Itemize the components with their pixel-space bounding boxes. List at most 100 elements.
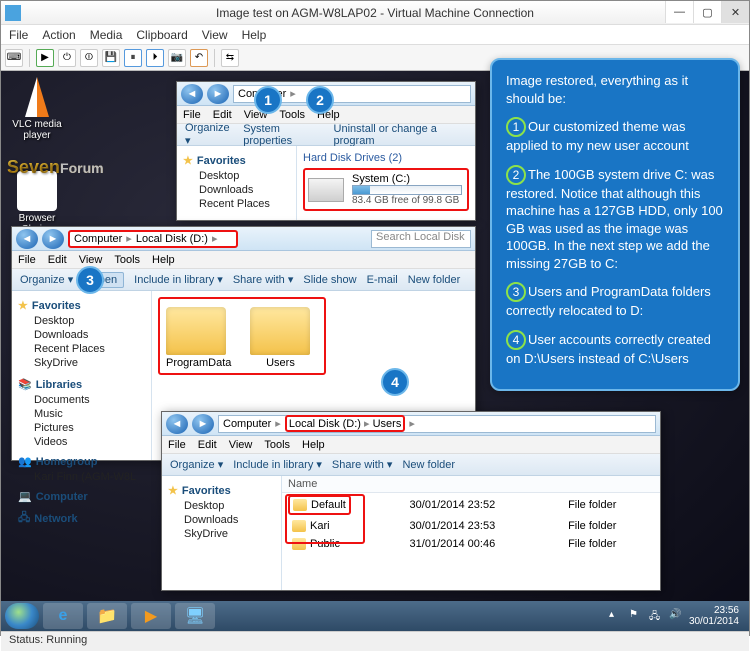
table-row[interactable]: Default 30/01/2014 23:52 File folder <box>282 493 660 518</box>
favorites-header[interactable]: Favorites <box>32 300 81 312</box>
menu-edit[interactable]: Edit <box>198 439 217 451</box>
start-button[interactable] <box>5 603 39 629</box>
taskbar-wmp[interactable]: ▶ <box>131 603 171 629</box>
clock-date[interactable]: 30/01/2014 <box>689 616 739 627</box>
back-button[interactable]: ◄ <box>16 229 38 249</box>
save-icon[interactable]: 💾 <box>102 49 120 67</box>
fav-skydrive[interactable]: SkyDrive <box>168 527 275 541</box>
fav-skydrive[interactable]: SkyDrive <box>18 356 145 370</box>
vm-menu-clipboard[interactable]: Clipboard <box>136 28 187 42</box>
vm-menu-media[interactable]: Media <box>90 28 123 42</box>
minimize-button[interactable]: — <box>665 1 693 23</box>
table-row[interactable]: Public 31/01/2014 00:46 File folder <box>282 535 660 553</box>
crumb-users[interactable]: Users <box>373 418 402 430</box>
fav-downloads[interactable]: Downloads <box>183 183 290 197</box>
checkpoint-icon[interactable]: 📷 <box>168 49 186 67</box>
folder-programdata[interactable]: ProgramData <box>166 307 231 369</box>
vm-menu-help[interactable]: Help <box>242 28 267 42</box>
fav-desktop[interactable]: Desktop <box>183 169 290 183</box>
crumb-d[interactable]: Local Disk (D:) <box>289 418 361 430</box>
favorites-header[interactable]: Favorites <box>197 155 246 167</box>
crumb-computer[interactable]: Computer <box>223 418 271 430</box>
computer-header[interactable]: Computer <box>36 491 88 503</box>
tray-chevron-icon[interactable]: ▴ <box>609 609 623 623</box>
drive-c[interactable]: System (C:) 83.4 GB free of 99.8 GB <box>308 173 464 206</box>
vm-menu-file[interactable]: File <box>9 28 28 42</box>
cmd-newfolder[interactable]: New folder <box>402 459 455 471</box>
taskbar-vm[interactable]: 🖥 <box>175 603 215 629</box>
cmd-include[interactable]: Include in library <box>134 273 223 286</box>
libraries-header[interactable]: Libraries <box>36 379 82 391</box>
breadcrumb[interactable]: Computer▸ Local Disk (D:) ▸ Users▸ <box>218 415 656 433</box>
col-name[interactable]: Name <box>282 476 404 493</box>
lib-pictures[interactable]: Pictures <box>18 421 145 435</box>
crumb-d[interactable]: Local Disk (D:) <box>136 233 208 245</box>
close-button[interactable]: ✕ <box>721 1 749 23</box>
cmd-organize[interactable]: Organize <box>185 122 233 147</box>
search-input[interactable]: Search Local Disk <box>371 230 471 248</box>
folder-users[interactable]: Users <box>250 307 310 369</box>
vlc-shortcut[interactable]: VLC media player <box>7 77 67 141</box>
explorer-users[interactable]: ◄ ► Computer▸ Local Disk (D:) ▸ Users▸ F… <box>161 411 661 591</box>
menu-help[interactable]: Help <box>302 439 325 451</box>
clock-time[interactable]: 23:56 <box>689 605 739 616</box>
network-header[interactable]: Network <box>34 513 77 525</box>
menu-tools[interactable]: Tools <box>264 439 290 451</box>
fav-desktop[interactable]: Desktop <box>18 314 145 328</box>
menu-help[interactable]: Help <box>152 254 175 266</box>
turnoff-icon[interactable]: ⏻ <box>58 49 76 67</box>
breadcrumb[interactable]: Computer▸ Local Disk (D:)▸ <box>68 230 238 248</box>
share-icon[interactable]: ⇆ <box>221 49 239 67</box>
reset-icon[interactable]: ⏵ <box>146 49 164 67</box>
back-button[interactable]: ◄ <box>166 414 188 434</box>
cmd-include[interactable]: Include in library <box>233 458 322 471</box>
taskbar-ie[interactable]: e <box>43 603 83 629</box>
menu-view[interactable]: View <box>79 254 103 266</box>
forward-button[interactable]: ► <box>207 84 229 104</box>
favorites-header[interactable]: Favorites <box>182 485 231 497</box>
taskbar-explorer[interactable]: 📁 <box>87 603 127 629</box>
cmd-slideshow[interactable]: Slide show <box>303 274 356 286</box>
forward-button[interactable]: ► <box>42 229 64 249</box>
cmd-organize[interactable]: Organize <box>170 458 223 471</box>
fav-downloads[interactable]: Downloads <box>18 328 145 342</box>
cmd-newfolder[interactable]: New folder <box>408 274 461 286</box>
menu-file[interactable]: File <box>18 254 36 266</box>
ctrl-alt-del-icon[interactable]: ⌨ <box>5 49 23 67</box>
shutdown-icon[interactable]: ⏼ <box>80 49 98 67</box>
menu-edit[interactable]: Edit <box>48 254 67 266</box>
fav-recent[interactable]: Recent Places <box>183 197 290 211</box>
menu-file[interactable]: File <box>168 439 186 451</box>
crumb-computer[interactable]: Computer <box>74 233 122 245</box>
revert-icon[interactable]: ↶ <box>190 49 208 67</box>
menu-file[interactable]: File <box>183 109 201 121</box>
fav-desktop[interactable]: Desktop <box>168 499 275 513</box>
cmd-sysprop[interactable]: System properties <box>243 123 323 147</box>
fav-recent[interactable]: Recent Places <box>18 342 145 356</box>
lib-documents[interactable]: Documents <box>18 393 145 407</box>
homegroup-header[interactable]: Homegroup <box>36 456 98 468</box>
back-button[interactable]: ◄ <box>181 84 203 104</box>
cmd-share[interactable]: Share with <box>233 273 294 286</box>
flag-icon[interactable]: ⚑ <box>629 609 643 623</box>
cmd-share[interactable]: Share with <box>332 458 393 471</box>
lib-videos[interactable]: Videos <box>18 435 145 449</box>
fav-downloads[interactable]: Downloads <box>168 513 275 527</box>
forward-button[interactable]: ► <box>192 414 214 434</box>
menu-view[interactable]: View <box>229 439 253 451</box>
vm-menu-action[interactable]: Action <box>42 28 75 42</box>
pause-icon[interactable]: ⏸ <box>124 49 142 67</box>
cmd-organize[interactable]: Organize <box>20 273 73 286</box>
cmd-uninstall[interactable]: Uninstall or change a program <box>334 123 467 147</box>
homegroup-user[interactable]: Kari Finn (AGM-W8L <box>18 470 145 484</box>
start-icon[interactable]: ▶ <box>36 49 54 67</box>
menu-edit[interactable]: Edit <box>213 109 232 121</box>
menu-tools[interactable]: Tools <box>279 109 305 121</box>
menu-tools[interactable]: Tools <box>114 254 140 266</box>
vm-menu-view[interactable]: View <box>202 28 228 42</box>
volume-icon[interactable]: 🔊 <box>669 609 683 623</box>
cmd-email[interactable]: E-mail <box>367 274 398 286</box>
maximize-button[interactable]: ▢ <box>693 1 721 23</box>
lib-music[interactable]: Music <box>18 407 145 421</box>
table-row[interactable]: Kari 30/01/2014 23:53 File folder <box>282 517 660 535</box>
